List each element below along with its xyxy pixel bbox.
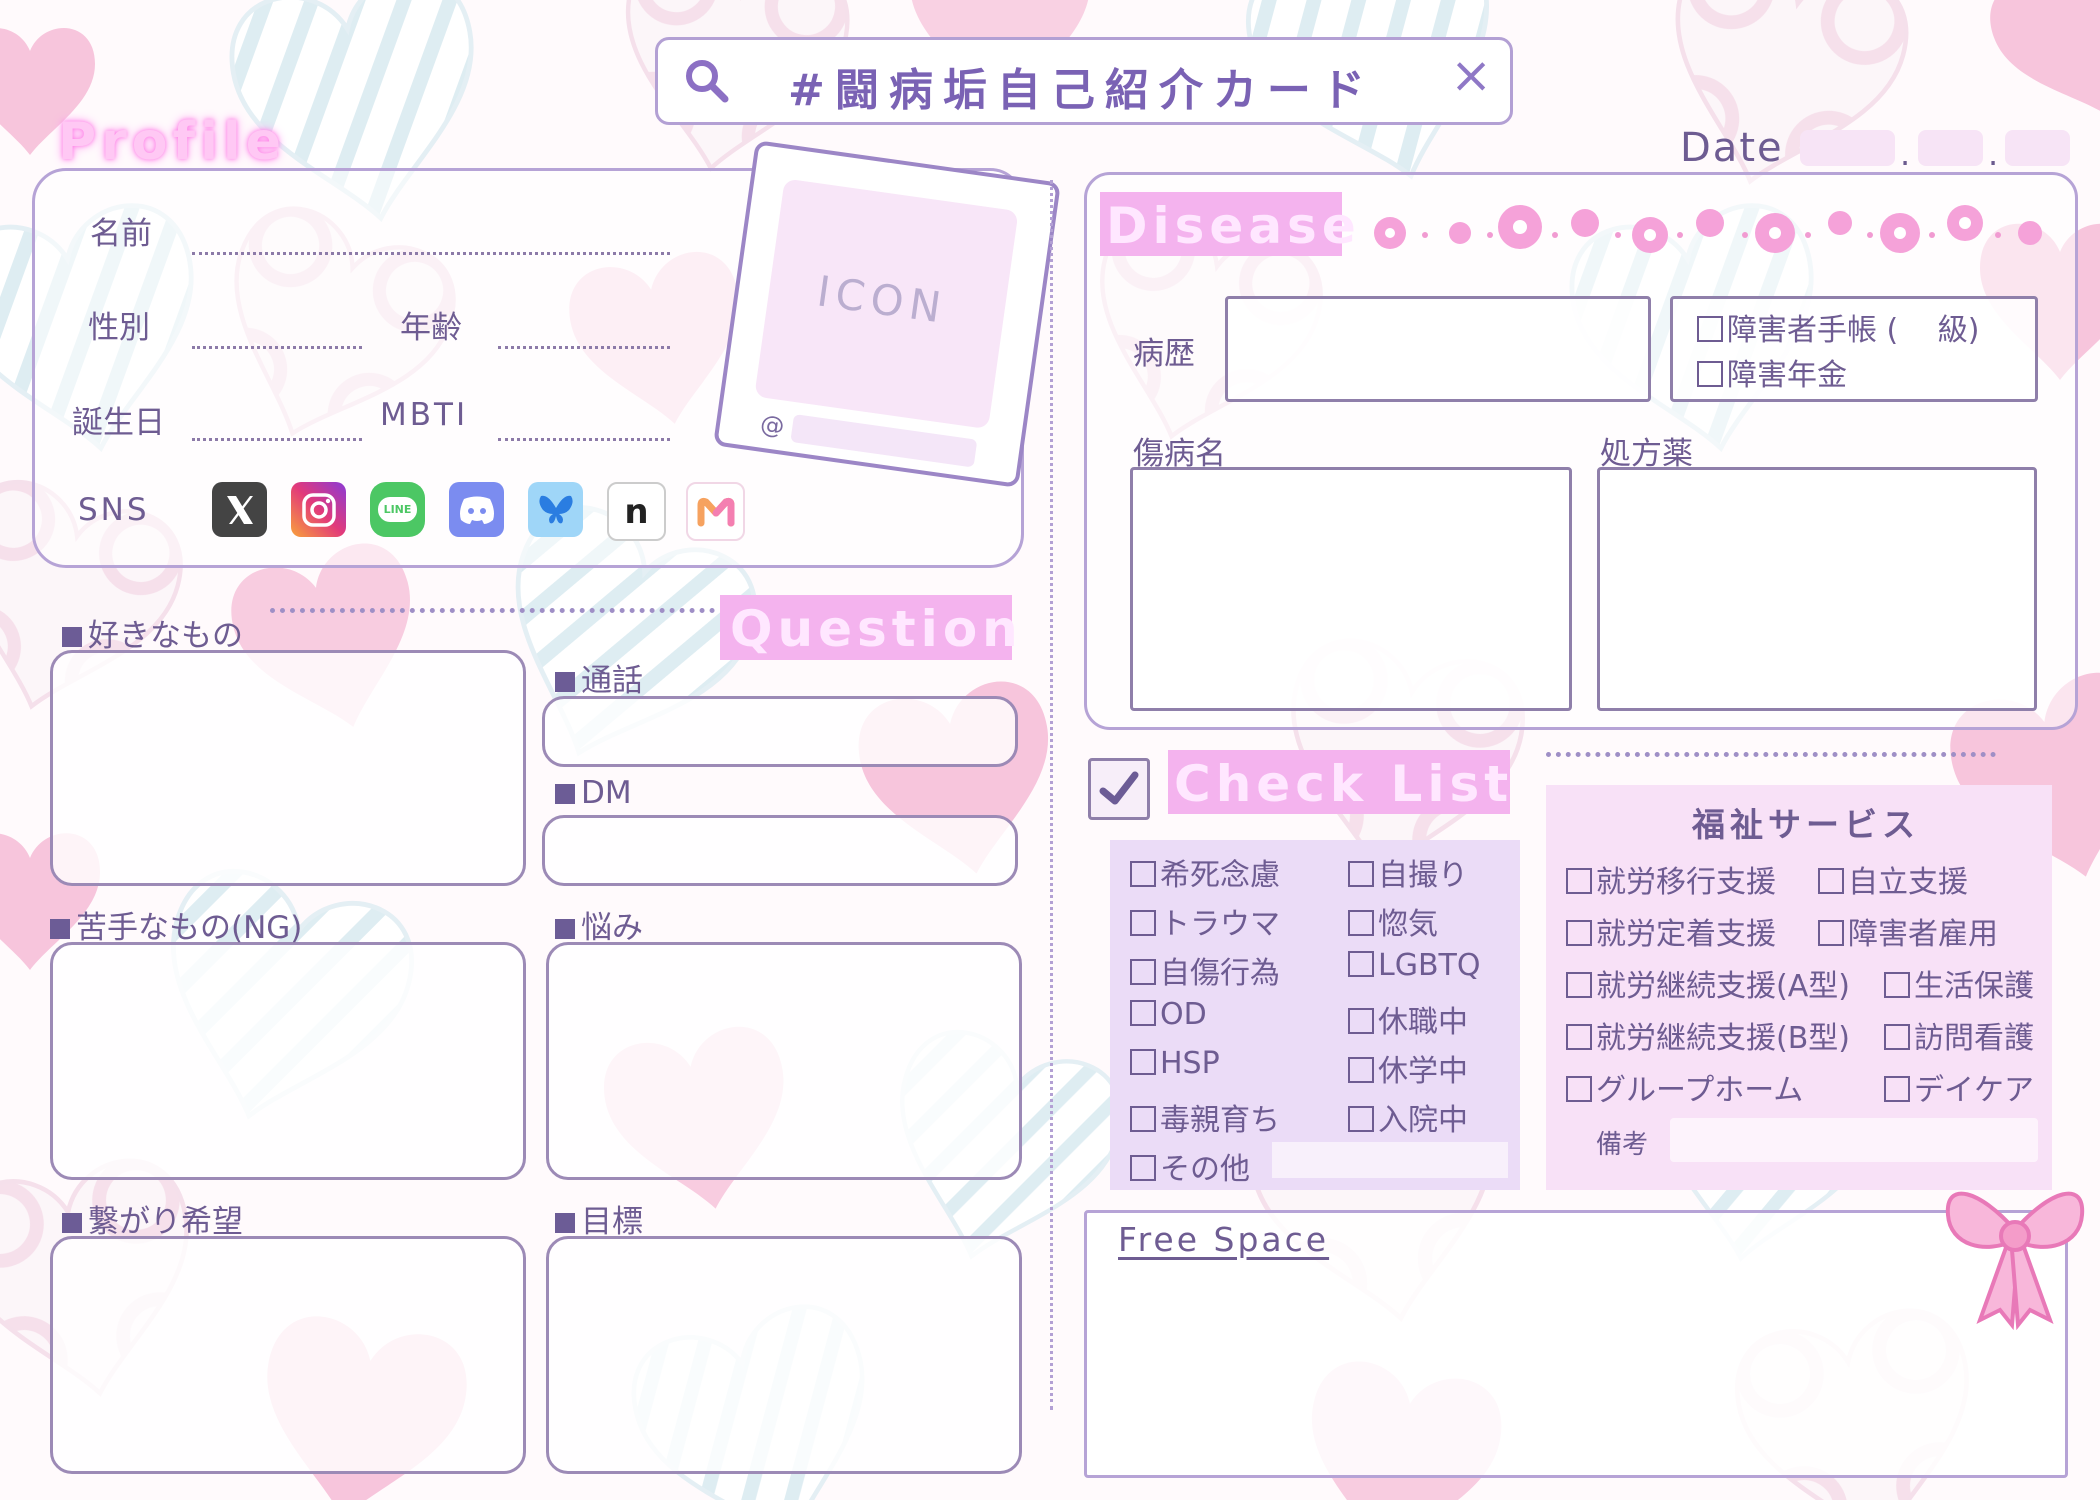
prescription-box[interactable]: [1597, 467, 2037, 711]
check-item[interactable]: 入院中: [1348, 1095, 1468, 1139]
mbti-label: MBTI: [380, 397, 469, 433]
check-item[interactable]: 毒親育ち: [1130, 1095, 1280, 1139]
welfare-item[interactable]: 就労定着支援: [1566, 909, 1776, 953]
goals-box[interactable]: [546, 1236, 1022, 1474]
date-sep: .: [1900, 135, 1911, 173]
birthday-label: 誕生日: [72, 405, 165, 441]
bluesky-icon[interactable]: [528, 482, 583, 537]
close-icon[interactable]: ×: [1450, 46, 1492, 104]
date-month-field[interactable]: [1918, 130, 1983, 166]
date-year-field[interactable]: [1800, 130, 1895, 166]
history-label: 病歴: [1133, 336, 1195, 372]
welfare-item[interactable]: 就労継続支援(A型): [1566, 961, 1850, 1005]
prescription-label: 処方薬: [1600, 436, 1693, 472]
ribbon-icon: [1945, 1191, 2085, 1330]
center-divider: [1050, 180, 1053, 1410]
check-icon: [1088, 758, 1150, 820]
misskey-icon[interactable]: [686, 482, 745, 541]
check-item[interactable]: LGBTQ: [1348, 948, 1480, 983]
gender-field[interactable]: [192, 312, 362, 349]
likes-box[interactable]: [50, 650, 526, 886]
age-label: 年齢: [400, 310, 462, 346]
check-item[interactable]: トラウマ: [1130, 899, 1280, 943]
welfare-title: 福祉サービス: [1692, 805, 1920, 844]
flower-garland: [1374, 205, 2042, 253]
check-item[interactable]: 休職中: [1348, 997, 1468, 1041]
welfare-item[interactable]: 訪問看護: [1884, 1013, 2034, 1057]
date-label: Date: [1680, 125, 1784, 171]
call-box[interactable]: [542, 696, 1018, 767]
date-day-field[interactable]: [2005, 130, 2070, 166]
dislikes-heading: 苦手なもの(NG): [50, 902, 302, 947]
gender-label: 性別: [88, 310, 150, 346]
welfare-item[interactable]: デイケア: [1884, 1065, 2034, 1109]
free-space-title: Free Space: [1118, 1220, 1330, 1259]
checklist-dotted-line: [1546, 752, 1996, 757]
other-field[interactable]: [1272, 1142, 1508, 1178]
check-item[interactable]: 休学中: [1348, 1046, 1468, 1090]
note-text: n: [624, 491, 649, 532]
check-item[interactable]: 自撮り: [1348, 850, 1468, 894]
handle-prefix: @: [758, 409, 787, 441]
instagram-icon[interactable]: [291, 482, 346, 537]
search-text: #闘病垢自己紹介カード: [788, 65, 1375, 116]
name-label: 名前: [90, 216, 152, 252]
question-title: Question: [730, 600, 1023, 658]
likes-heading: 好きなもの: [62, 610, 243, 655]
line-icon[interactable]: LINE: [370, 482, 425, 537]
diagnosis-box[interactable]: [1130, 467, 1572, 711]
search-bar[interactable]: #闘病垢自己紹介カード ×: [655, 37, 1513, 125]
goals-heading: 目標: [555, 1196, 643, 1241]
check-item[interactable]: 自傷行為: [1130, 948, 1280, 992]
welfare-item[interactable]: 自立支援: [1818, 857, 1968, 901]
diagnosis-label: 傷病名: [1133, 436, 1226, 472]
worries-heading: 悩み: [555, 902, 643, 947]
x-icon[interactable]: [212, 482, 267, 537]
name-field[interactable]: [192, 218, 670, 255]
history-box[interactable]: [1225, 296, 1651, 402]
welfare-notes-label: 備考: [1596, 1130, 1649, 1160]
check-item[interactable]: 希死念慮: [1130, 850, 1280, 894]
discord-icon[interactable]: [449, 482, 504, 537]
welfare-notes-field[interactable]: [1670, 1118, 2038, 1162]
disease-title: Disease: [1106, 197, 1361, 255]
connections-box[interactable]: [50, 1236, 526, 1474]
disability-pension-option[interactable]: 障害年金: [1697, 350, 1847, 394]
search-icon: [686, 60, 729, 103]
note-icon[interactable]: n: [607, 482, 666, 541]
checklist-title: Check List: [1174, 755, 1514, 813]
dm-heading: DM: [555, 775, 632, 811]
dislikes-box[interactable]: [50, 942, 526, 1180]
welfare-item[interactable]: 就労継続支援(B型): [1566, 1013, 1850, 1057]
question-dotted-line: [270, 608, 715, 613]
dm-box[interactable]: [542, 815, 1018, 886]
welfare-item[interactable]: 就労移行支援: [1566, 857, 1776, 901]
line-text: LINE: [377, 497, 418, 522]
profile-title: Profile: [58, 112, 287, 172]
mbti-field[interactable]: [498, 404, 670, 441]
check-item[interactable]: HSP: [1130, 1046, 1220, 1081]
disability-handbook-option[interactable]: 障害者手帳 ( 級): [1697, 305, 1979, 349]
check-item[interactable]: その他: [1130, 1144, 1250, 1188]
birthday-field[interactable]: [192, 404, 362, 441]
date-sep: .: [1988, 135, 1999, 173]
age-field[interactable]: [498, 312, 670, 349]
welfare-item[interactable]: グループホーム: [1566, 1065, 1803, 1109]
connections-heading: 繋がり希望: [62, 1196, 243, 1241]
welfare-item[interactable]: 障害者雇用: [1818, 909, 1998, 953]
sns-label: SNS: [78, 492, 150, 528]
welfare-item[interactable]: 生活保護: [1884, 961, 2034, 1005]
worries-box[interactable]: [546, 942, 1022, 1180]
icon-card[interactable]: ICON @: [713, 140, 1061, 488]
check-item[interactable]: OD: [1130, 997, 1207, 1032]
call-heading: 通話: [555, 655, 643, 700]
check-item[interactable]: 惚気: [1348, 899, 1438, 943]
